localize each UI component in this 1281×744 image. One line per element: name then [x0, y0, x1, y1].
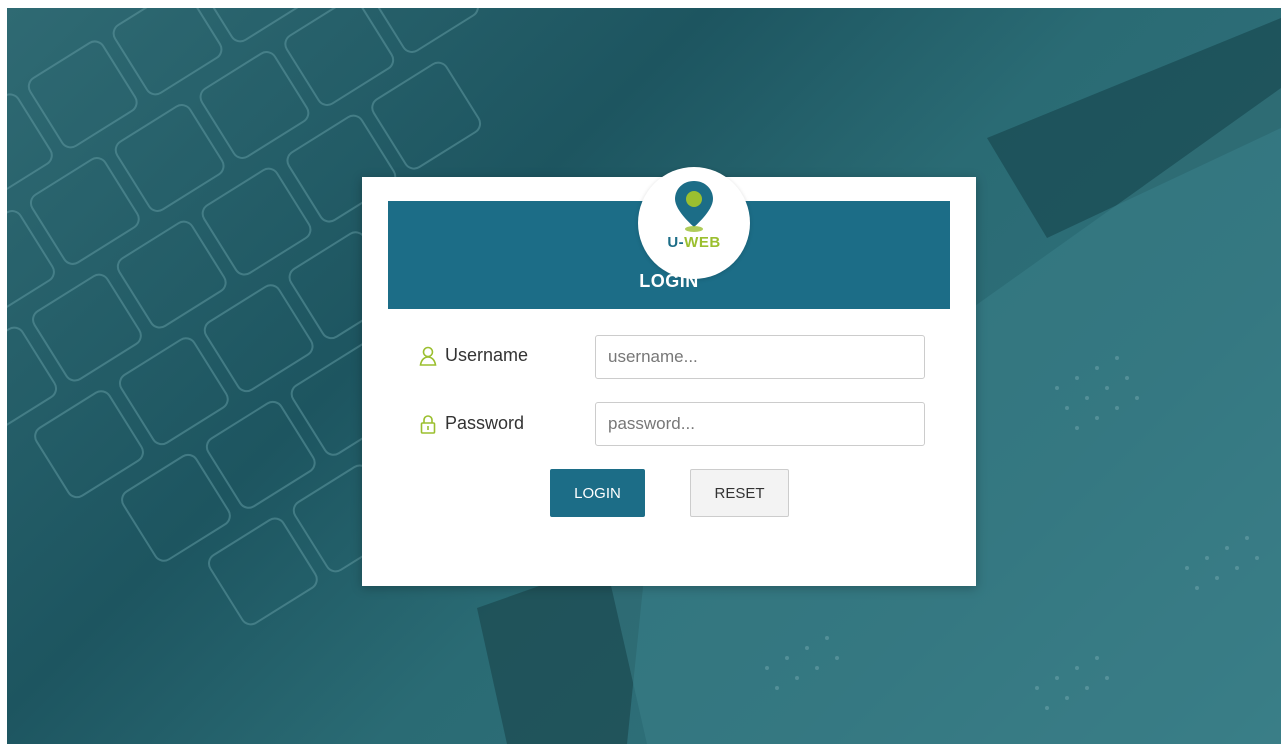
username-label: Username: [419, 345, 528, 366]
logo-text: U-WEB: [638, 234, 750, 251]
password-label: Password: [419, 413, 524, 434]
logo: U-WEB: [638, 167, 750, 279]
password-label-text: Password: [445, 413, 525, 433]
login-card: U-WEB LOGIN Username Password LOGIN RESE…: [362, 167, 976, 586]
location-pin-logo-icon: [675, 181, 713, 232]
username-label-text: Username: [445, 345, 529, 365]
page-title: LOGIN: [639, 271, 699, 291]
logo-text-prefix: U-: [667, 234, 685, 251]
password-input[interactable]: [595, 402, 925, 446]
user-icon: [419, 346, 437, 366]
reset-button[interactable]: RESET: [690, 469, 789, 517]
login-header: U-WEB LOGIN: [388, 167, 950, 309]
username-input[interactable]: [595, 335, 925, 379]
logo-text-accent: WEB: [684, 234, 721, 251]
lock-icon: [420, 414, 436, 434]
login-button[interactable]: LOGIN: [550, 469, 645, 517]
